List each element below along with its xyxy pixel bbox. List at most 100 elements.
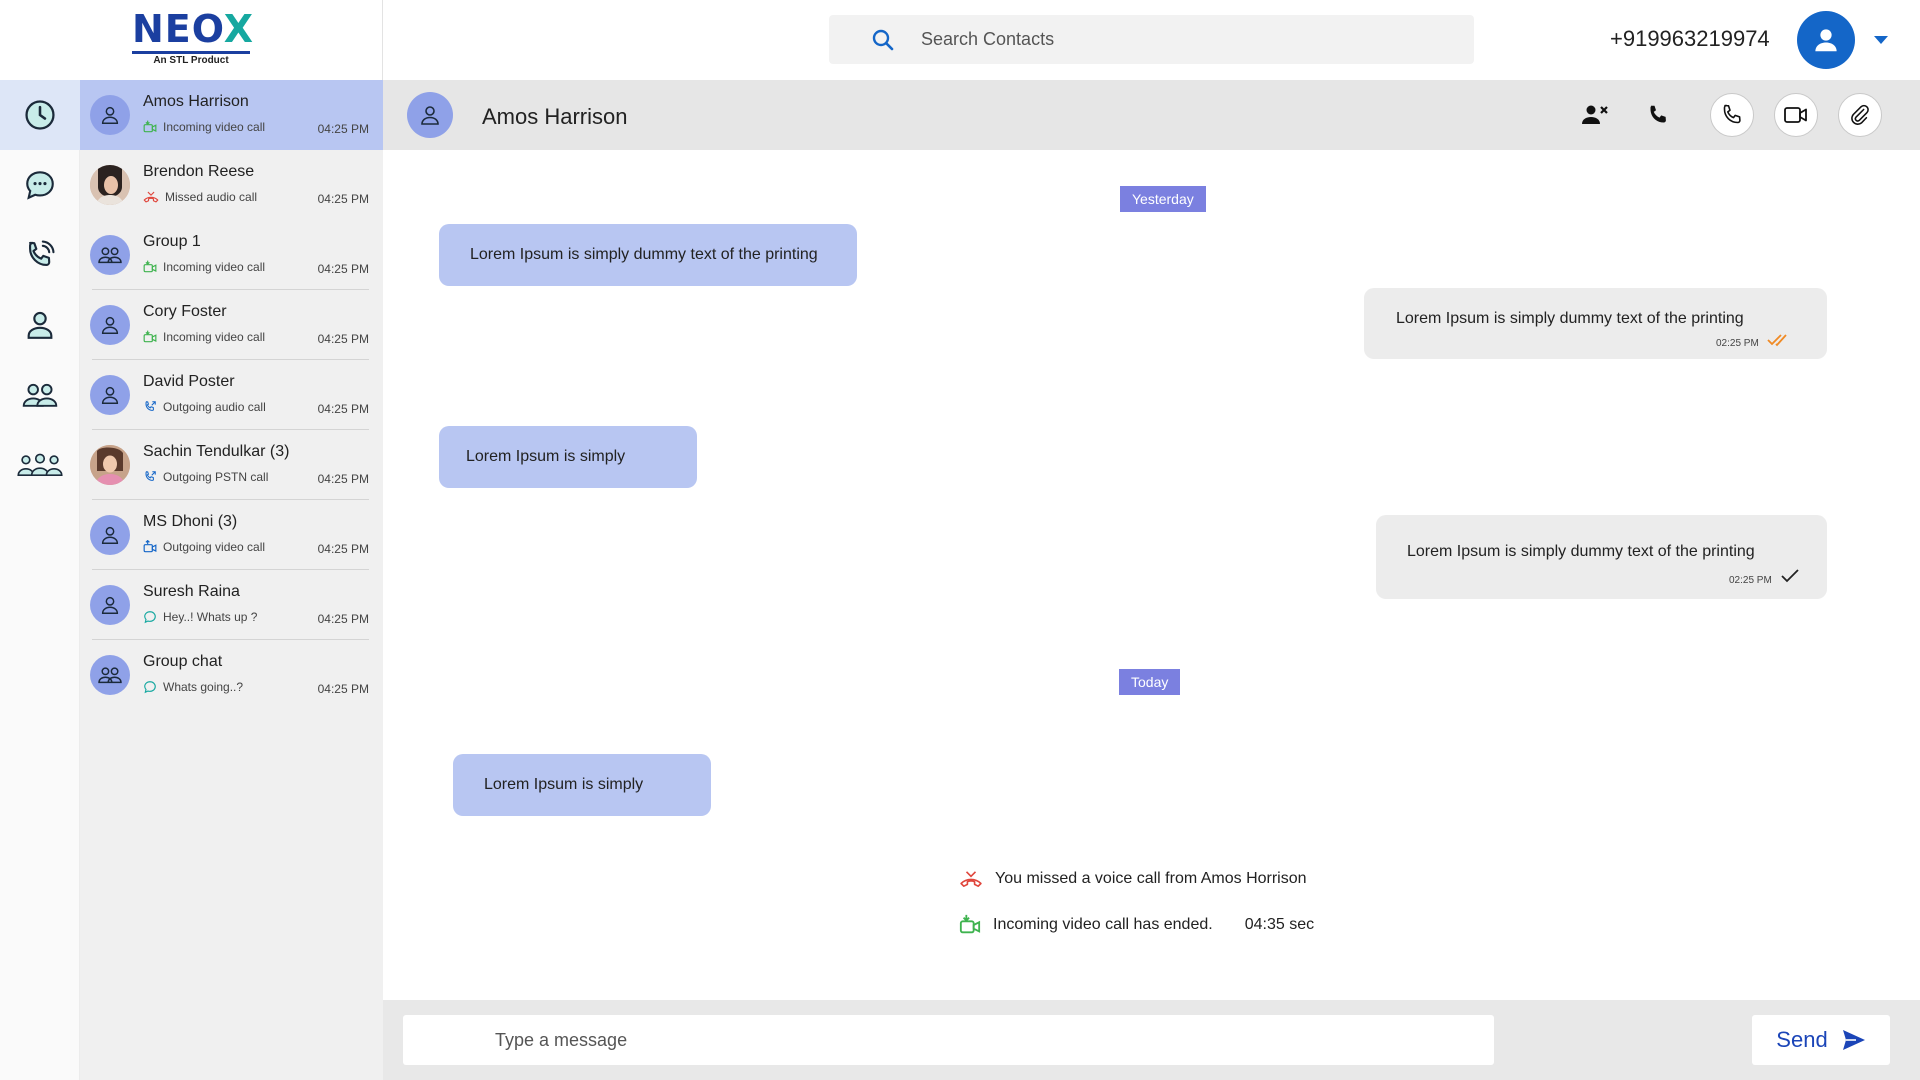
conversation-status: Whats going..? (163, 680, 244, 694)
conversation-item[interactable]: Cory Foster Incoming video call 04:25 PM (80, 290, 383, 360)
conversation-item[interactable]: Brendon Reese Missed audio call 04:25 PM (80, 150, 383, 220)
conversation-item[interactable]: Suresh Raina Hey..! Whats up ? 04:25 PM (80, 570, 383, 640)
send-button[interactable]: Send (1752, 1015, 1890, 1065)
audio-call-button[interactable] (1710, 93, 1754, 137)
video-call-button[interactable] (1774, 93, 1818, 137)
avatar (90, 235, 130, 275)
community-icon (17, 453, 63, 477)
nav-contacts[interactable] (0, 290, 80, 360)
nav-chats[interactable] (0, 150, 80, 220)
outgoing-message[interactable]: Lorem Ipsum is simply dummy text of the … (1376, 515, 1827, 599)
person-icon (101, 526, 119, 544)
search-bar[interactable] (829, 15, 1474, 64)
top-bar: NEOX An STL Product +919963219974 (0, 0, 1920, 80)
call-event-text: Incoming video call has ended. (993, 916, 1213, 933)
own-phone-number: +919963219974 (1610, 26, 1770, 51)
group-icon (98, 247, 122, 264)
conversation-item[interactable]: David Poster Outgoing audio call 04:25 P… (80, 360, 383, 430)
message-input[interactable] (403, 1015, 1494, 1065)
read-receipt-icon (1767, 333, 1791, 352)
search-input[interactable] (921, 15, 1441, 64)
nav-recent[interactable] (0, 80, 80, 150)
chat-bubble-icon (26, 171, 54, 200)
paperclip-icon (1851, 104, 1869, 125)
person-icon (101, 106, 119, 124)
profile-photo-icon (90, 165, 130, 205)
person-icon (101, 386, 119, 404)
conversation-item[interactable]: Group chat Whats going..? 04:25 PM (80, 640, 383, 710)
conversation-item[interactable]: MS Dhoni (3) Outgoing video call 04:25 P… (80, 500, 383, 570)
profile-photo-icon (90, 445, 130, 485)
day-separator: Yesterday (1120, 186, 1206, 212)
conversation-item[interactable]: Group 1 Incoming video call 04:25 PM (80, 220, 383, 290)
outgoing-call-icon (145, 471, 156, 481)
call-button[interactable] (1639, 96, 1677, 134)
missed-call-icon (960, 871, 982, 888)
account-dropdown-icon[interactable] (1874, 36, 1888, 44)
chat-bubble-icon (144, 611, 156, 624)
conversation-name: Brendon Reese (143, 163, 255, 180)
chat-contact-name: Amos Harrison (482, 104, 628, 129)
incoming-message[interactable]: Lorem Ipsum is simply dummy text of the … (439, 224, 857, 286)
incoming-message[interactable]: Lorem Ipsum is simply (439, 426, 697, 488)
conversation-status: Hey..! Whats up ? (163, 610, 258, 624)
chat-header: Amos Harrison (383, 80, 1920, 150)
conversation-status: Outgoing PSTN call (163, 470, 269, 484)
user-icon (1815, 29, 1837, 52)
avatar (90, 375, 130, 415)
chat-bubble-icon (144, 681, 156, 694)
person-icon (101, 316, 119, 334)
message-text: Lorem Ipsum is simply (466, 448, 626, 465)
outgoing-video-icon (143, 540, 157, 553)
call-event: You missed a voice call from Amos Horris… (959, 870, 1307, 888)
message-time: 02:25 PM (1729, 575, 1772, 586)
search-icon (871, 28, 895, 52)
message-area[interactable]: Yesterday Lorem Ipsum is simply dummy te… (383, 150, 1920, 1000)
conversation-name: Sachin Tendulkar (3) (143, 443, 290, 460)
conversation-time: 04:25 PM (317, 612, 369, 626)
outgoing-message[interactable]: Lorem Ipsum is simply dummy text of the … (1364, 288, 1827, 359)
conversation-status: Incoming video call (163, 330, 266, 344)
nav-groups[interactable] (0, 360, 80, 430)
conversation-list: Amos Harrison Incoming video call 04:25 … (80, 80, 383, 1080)
message-time: 02:25 PM (1716, 338, 1759, 349)
avatar[interactable] (407, 92, 453, 138)
conversation-item[interactable]: Sachin Tendulkar (3) Outgoing PSTN call … (80, 430, 383, 500)
clock-icon (25, 100, 55, 130)
logo-tagline: An STL Product (153, 55, 229, 66)
remove-contact-button[interactable] (1576, 96, 1614, 134)
conversation-status: Incoming video call (163, 260, 266, 274)
conversation-time: 04:25 PM (317, 472, 369, 486)
message-text: Lorem Ipsum is simply dummy text of the … (1396, 310, 1744, 327)
outgoing-call-icon (145, 401, 156, 411)
send-icon (1842, 1030, 1865, 1050)
message-text: Lorem Ipsum is simply (484, 776, 644, 793)
conversation-time: 04:25 PM (317, 332, 369, 346)
avatar (90, 515, 130, 555)
logo: NEOX An STL Product (0, 0, 383, 80)
call-event-text: You missed a voice call from Amos Horris… (995, 870, 1307, 887)
group-icon (22, 383, 58, 407)
avatar (90, 445, 130, 485)
video-camera-icon (1784, 107, 1807, 123)
phone-icon (1650, 105, 1666, 123)
conversation-name: David Poster (143, 373, 235, 390)
phone-outline-icon (1723, 104, 1741, 124)
send-label: Send (1776, 1027, 1828, 1052)
nav-calls[interactable] (0, 220, 80, 290)
conversation-time: 04:25 PM (317, 192, 369, 206)
call-duration: 04:35 sec (1244, 916, 1315, 933)
contact-icon (27, 311, 53, 339)
nav-communities[interactable] (0, 430, 80, 500)
conversation-name: Amos Harrison (143, 93, 249, 110)
avatar (90, 165, 130, 205)
call-event: Incoming video call has ended. 04:35 sec (959, 914, 1314, 936)
incoming-video-icon (143, 260, 157, 273)
conversation-name: MS Dhoni (3) (143, 513, 238, 530)
incoming-message[interactable]: Lorem Ipsum is simply (453, 754, 711, 816)
conversation-time: 04:25 PM (317, 402, 369, 416)
attach-button[interactable] (1838, 93, 1882, 137)
conversation-item[interactable]: Amos Harrison Incoming video call 04:25 … (80, 80, 383, 150)
user-avatar[interactable] (1797, 11, 1855, 69)
person-icon (101, 596, 119, 614)
